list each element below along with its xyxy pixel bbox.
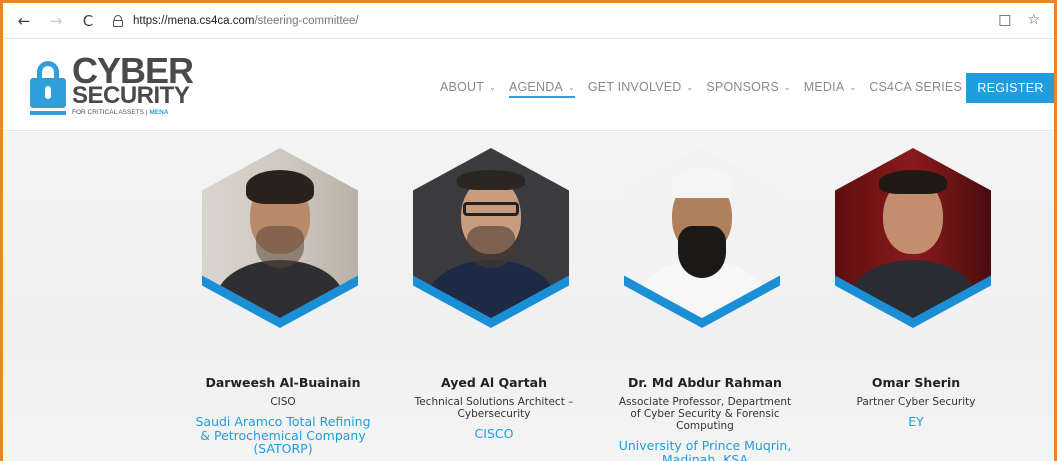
nav-agenda[interactable]: AGENDA ⌄ xyxy=(508,80,575,98)
nav-about[interactable]: ABOUT ⌄ xyxy=(440,80,496,94)
speaker-name: Omar Sherin xyxy=(871,375,961,390)
speaker-photo[interactable] xyxy=(835,148,991,328)
nav-media[interactable]: MEDIA ⌄ xyxy=(804,80,857,94)
chevron-down-icon: ⌄ xyxy=(686,82,694,92)
reload-icon[interactable]: C xyxy=(77,10,99,32)
nav-cs4ca-series[interactable]: CS4CA SERIES xyxy=(869,80,962,94)
speaker-photo[interactable] xyxy=(413,148,569,328)
register-button[interactable]: REGISTER xyxy=(966,73,1054,103)
chevron-down-icon: ⌄ xyxy=(849,82,857,92)
speaker-photo[interactable] xyxy=(624,148,780,328)
speaker-company-link[interactable]: Saudi Aramco Total Refining & Petrochemi… xyxy=(168,415,398,456)
site-header: CYBER SECURITY FOR CRITICAL ASSETS | MEN… xyxy=(3,39,1054,131)
speaker-title: Partner Cyber Security xyxy=(856,396,976,408)
browser-window: ← → C https://mena.cs4ca.com/steering-co… xyxy=(0,0,1057,461)
forward-arrow-icon[interactable]: → xyxy=(45,10,67,32)
site-logo[interactable]: CYBER SECURITY FOR CRITICAL ASSETS | MEN… xyxy=(30,53,194,119)
speaker-company-link[interactable]: CISCO xyxy=(379,427,609,441)
speaker-company-link[interactable]: EY xyxy=(801,415,1031,429)
speaker-title: CISO xyxy=(270,396,296,408)
main-navigation: ABOUT ⌄ AGENDA ⌄ GET INVOLVED ⌄ SPONSORS ⌄ M… xyxy=(440,76,975,98)
url-path: /steering-committee/ xyxy=(254,14,359,27)
favorite-star-icon[interactable]: ☆ xyxy=(1027,12,1040,28)
chevron-down-icon: ⌄ xyxy=(783,82,791,92)
browser-toolbar: ← → C https://mena.cs4ca.com/steering-co… xyxy=(3,3,1054,39)
speaker-name: Dr. Md Abdur Rahman xyxy=(628,375,782,390)
url-host: https://mena.cs4ca.com xyxy=(133,14,255,27)
address-bar[interactable]: https://mena.cs4ca.com/steering-committe… xyxy=(113,14,359,27)
logo-tagline: FOR CRITICAL ASSETS | MENA xyxy=(72,109,169,116)
chevron-down-icon: ⌄ xyxy=(489,82,496,92)
speaker-name: Darweesh Al-Buainain xyxy=(205,375,361,390)
lock-icon xyxy=(113,14,123,27)
chevron-down-icon: ⌄ xyxy=(567,82,575,92)
logo-security-text: SECURITY xyxy=(72,82,190,109)
speaker-name: Ayed Al Qartah xyxy=(441,375,547,390)
padlock-logo-icon xyxy=(30,61,66,111)
speaker-photo[interactable] xyxy=(202,148,358,328)
back-arrow-icon[interactable]: ← xyxy=(13,10,35,32)
speaker-title: Associate Professor, Department of Cyber… xyxy=(618,396,792,432)
speaker-company-link[interactable]: University of Prince Muqrin, Madinah, KS… xyxy=(590,439,820,461)
steering-committee-section: Darweesh Al-Buainain CISO Saudi Aramco T… xyxy=(3,132,1054,461)
speaker-title: Technical Solutions Architect – Cybersec… xyxy=(414,396,574,420)
nav-get-involved[interactable]: GET INVOLVED ⌄ xyxy=(588,80,694,94)
nav-sponsors[interactable]: SPONSORS ⌄ xyxy=(706,80,790,94)
reader-view-icon[interactable]: □ xyxy=(998,12,1011,28)
